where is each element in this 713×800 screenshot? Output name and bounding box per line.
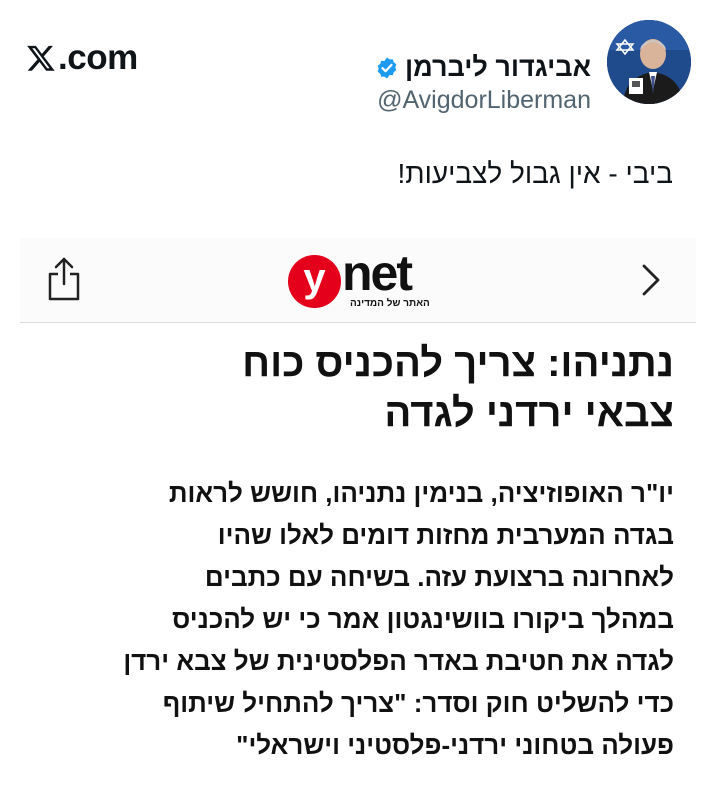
avatar[interactable] (607, 20, 691, 104)
headline-line: צבאי ירדני לגדה (384, 391, 674, 435)
body-line: לאחרונה ברצועת עזה. בשיחה עם כתבים (204, 562, 674, 592)
author-name-row[interactable]: אביגדור ליברמן (375, 52, 591, 83)
share-icon[interactable] (44, 256, 84, 302)
ynet-logo-tagline: האתר של המדינה (350, 298, 430, 309)
x-com-logo: .com (26, 38, 138, 78)
tweet-text: ביבי - אין גבול לצביעות! (397, 158, 673, 189)
author-handle[interactable]: @AvigdorLiberman (377, 86, 591, 115)
author-name[interactable]: אביגדור ליברמן (405, 52, 591, 83)
body-line: בגדה המערבית מחזות דומים לאלו שהיו (217, 520, 674, 550)
body-line: יו"ר האופוזיציה, בנימין נתניהו, חושש לרא… (168, 478, 674, 508)
body-line: במהלך ביקורו בוושינגטון אמר כי יש להכניס (172, 604, 674, 634)
x-logo-icon (27, 45, 55, 71)
ynet-top-bar: y net האתר של המדינה (20, 238, 696, 323)
chevron-right-icon[interactable] (636, 260, 666, 300)
ynet-logo-y: y (288, 255, 341, 308)
body-line: פעולה בטחוני ירדני-פלסטיני וישראלי" (236, 730, 674, 760)
x-com-label: .com (58, 38, 138, 77)
body-line: כדי להשליט חוק וסדר: "צריך להתחיל שיתוף (162, 688, 674, 718)
article-headline: נתניהו: צריך להכניס כוח צבאי ירדני לגדה (34, 338, 674, 438)
article-body: יו"ר האופוזיציה, בנימין נתניהו, חושש לרא… (34, 472, 674, 766)
body-line: לגדה את חטיבת באדר הפלסטינית של צבא ירדן (123, 646, 674, 676)
headline-line: נתניהו: צריך להכניס כוח (242, 341, 674, 385)
ynet-article-card[interactable]: y net האתר של המדינה נתניהו: צריך להכניס… (20, 238, 696, 800)
ynet-logo-net: net (342, 245, 413, 301)
verified-badge-icon (377, 57, 397, 78)
ynet-logo: y net האתר של המדינה (284, 245, 434, 314)
